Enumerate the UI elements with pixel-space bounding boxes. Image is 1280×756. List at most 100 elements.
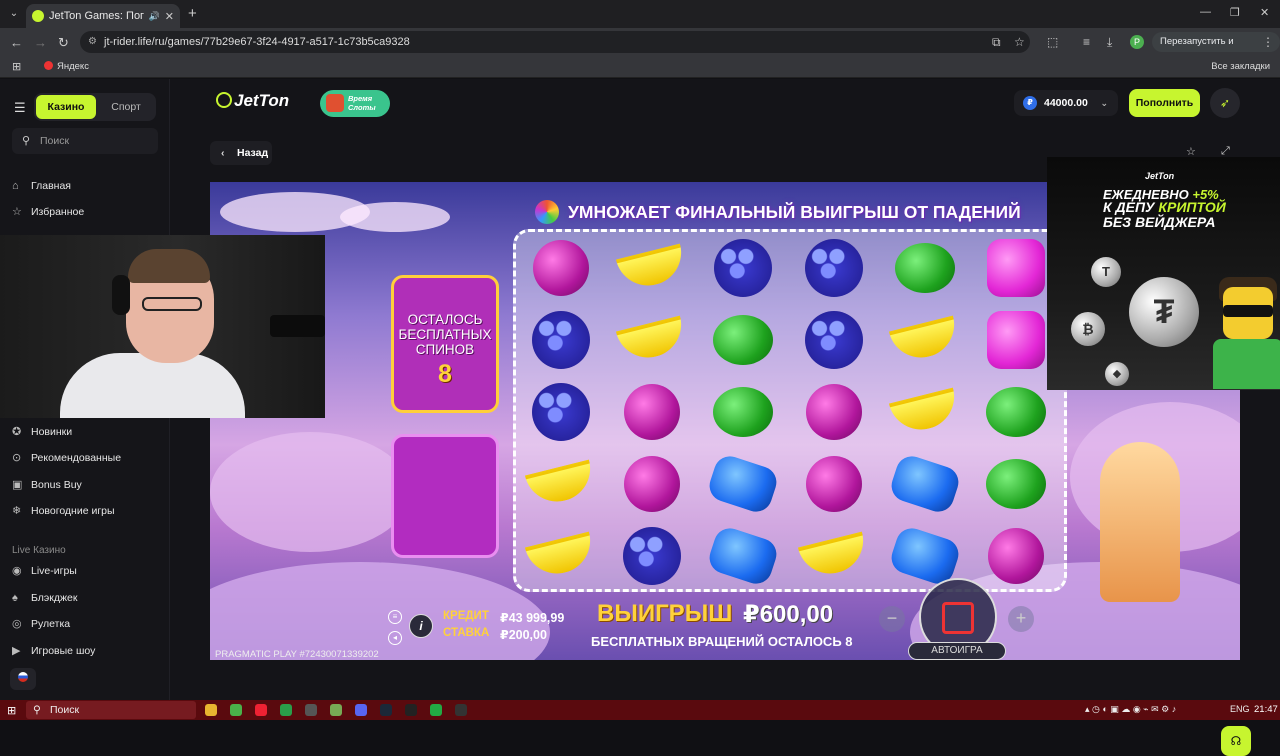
promo-slots-badge[interactable]: Время Слоты (320, 90, 390, 117)
back-arrow-icon[interactable]: ← (10, 35, 23, 50)
reel-cell (789, 520, 879, 592)
tab-sport[interactable]: Спорт (98, 95, 154, 119)
bookmark-yandex[interactable]: Яндекс (44, 61, 89, 72)
sidebar-item-label: Блэкджек (31, 592, 78, 604)
sidebar-item-home[interactable]: ⌂ Главная (12, 176, 71, 196)
sound-icon[interactable]: ◂ (388, 631, 402, 645)
close-window-icon[interactable]: ✕ (1260, 6, 1269, 19)
bet-plus-button[interactable]: + (1008, 606, 1034, 632)
relaunch-update-button[interactable]: Перезапустить и обновить (1152, 32, 1280, 67)
support-chat-button[interactable]: ☊ (1221, 726, 1251, 756)
tron-coin-icon: T (1091, 257, 1121, 287)
windows-start-icon[interactable]: ⊞ (7, 704, 16, 717)
taskbar-clock[interactable]: 21:47 (1254, 704, 1278, 715)
tether-coin-icon: ₮ (1129, 277, 1199, 347)
taskbar-search[interactable]: ⚲ Поиск (26, 701, 196, 719)
user-avatar[interactable]: ➶ (1210, 88, 1240, 118)
file-explorer-icon[interactable] (205, 704, 217, 716)
forward-arrow-icon[interactable]: → (34, 35, 47, 50)
streamer-glasses (142, 297, 202, 311)
reel-cell (789, 376, 879, 448)
win-label: ВЫИГРЫШ (597, 600, 733, 627)
plum-symbol-icon (624, 384, 680, 440)
app-icon[interactable] (280, 704, 292, 716)
tab-casino[interactable]: Казино (36, 95, 96, 119)
autoplay-button[interactable]: АВТОИГРА (908, 642, 1006, 660)
app-icon[interactable] (430, 704, 442, 716)
tab-search-button[interactable]: ⌄ (6, 6, 22, 22)
bet-minus-button[interactable]: − (879, 606, 905, 632)
ad-text: К ДЕПУ (1103, 199, 1155, 215)
info-icon[interactable]: i (409, 614, 433, 638)
sidebar-item-recommended[interactable]: ⊙ Рекомендованные (12, 448, 121, 468)
tray-icons[interactable]: ▴ ◷ ◐ ▣ ☁ ◉ ⌁ ✉ ⚙ ♪ (1085, 704, 1176, 715)
sidebar-item-label: Новинки (31, 426, 73, 438)
sidebar-search-input[interactable]: ⚲ Поиск (12, 128, 158, 154)
audio-playing-icon[interactable]: 🔊 (149, 11, 160, 22)
deposit-button[interactable]: Пополнить (1129, 89, 1200, 117)
reel-cell (698, 520, 788, 592)
sidebar-item-favorites[interactable]: ☆ Избранное (12, 202, 84, 222)
browser-menu-icon[interactable]: ⋮ (1262, 35, 1274, 49)
url-field[interactable]: ⚙ jt-rider.life/ru/games/77b29e67-3f24-4… (80, 31, 1030, 53)
sidebar-item-bonus-buy[interactable]: ▣ Bonus Buy (12, 475, 82, 495)
app-icon[interactable] (305, 704, 317, 716)
close-tab-icon[interactable]: ✕ (165, 10, 174, 23)
menu-burger-icon[interactable]: ☰ (14, 100, 26, 116)
profile-avatar[interactable]: P (1130, 35, 1144, 49)
sidebar-item-live[interactable]: ◉ Live-игры (12, 561, 77, 581)
reel-cell (789, 232, 879, 304)
melon-symbol-icon (895, 243, 955, 293)
app-icon[interactable] (330, 704, 342, 716)
windows-taskbar: ⊞ ⚲ Поиск ▴ ◷ ◐ ▣ ☁ ◉ ⌁ ✉ ⚙ ♪ ENG 21:47 (0, 700, 1280, 720)
sidebar-item-new-year[interactable]: ❄ Новогодние игры (12, 501, 115, 521)
bookmark-star-icon[interactable]: ☆ (1014, 35, 1025, 49)
discord-icon[interactable] (355, 704, 367, 716)
balance-amount: 44000.00 (1044, 97, 1088, 109)
reading-list-icon[interactable]: ≡ (1083, 35, 1090, 49)
app-icon[interactable] (255, 704, 267, 716)
reel-cell (880, 376, 970, 448)
steam-icon[interactable] (380, 704, 392, 716)
app-icon[interactable] (455, 704, 467, 716)
new-icon: ✪ (12, 426, 22, 438)
menu-icon[interactable]: ≡ (388, 610, 402, 624)
ad-line-2: К ДЕПУ КРИПТОЙ (1103, 199, 1226, 215)
plum-symbol-icon (533, 240, 589, 296)
search-placeholder: Поиск (40, 135, 70, 147)
sidebar-item-roulette[interactable]: ◎ Рулетка (12, 614, 70, 634)
gift-icon (326, 94, 344, 112)
downloads-icon[interactable]: ⤓ (1107, 35, 1112, 50)
bookmarks-bar: ⊞ Яндекс Все закладки (0, 56, 1280, 78)
sidebar-item-new[interactable]: ✪ Новинки (12, 422, 72, 442)
minimize-icon[interactable]: — (1200, 6, 1211, 18)
sidebar-item-game-shows[interactable]: ▶ Игровые шоу (12, 641, 95, 661)
extensions-icon[interactable]: ⬚ (1047, 35, 1058, 49)
restore-icon[interactable]: ❐ (1230, 6, 1240, 19)
site-info-icon[interactable]: ⚙ (88, 31, 97, 53)
sidebar-item-blackjack[interactable]: ♠ Блэкджек (12, 588, 77, 608)
balance-dropdown[interactable]: ₽ 44000.00 ⌄ (1014, 90, 1118, 116)
blue-symbol-icon (705, 452, 781, 516)
input-language[interactable]: ENG (1230, 704, 1250, 714)
back-button[interactable]: ‹ Назад (210, 141, 272, 165)
chrome-icon[interactable] (230, 704, 242, 716)
app-icon[interactable] (405, 704, 417, 716)
reload-icon[interactable]: ↻ (58, 35, 69, 51)
apps-grid-icon[interactable]: ⊞ (12, 60, 21, 73)
grape-symbol-icon (623, 527, 681, 585)
candy-ball-icon (535, 200, 559, 224)
credit-value: ₽43 999,99 (500, 611, 565, 625)
language-flag-button[interactable] (10, 668, 36, 690)
banana-symbol-icon (888, 315, 962, 365)
reel-cell (516, 448, 606, 520)
all-bookmarks-button[interactable]: Все закладки (1211, 61, 1270, 72)
cards-icon: ♠ (12, 592, 18, 604)
new-tab-button[interactable]: + (188, 5, 197, 22)
install-app-icon[interactable]: ⧉ (992, 35, 1001, 50)
jetton-logo[interactable]: JetTon (216, 91, 289, 111)
blue-symbol-icon (887, 452, 963, 516)
stream-ad-overlay: JetTon ЕЖЕДНЕВНО +5% К ДЕПУ КРИПТОЙ БЕЗ … (1047, 157, 1280, 390)
home-icon: ⌂ (12, 180, 19, 192)
browser-tab[interactable]: JetTon Games: Погружение 🔊 ✕ (26, 4, 180, 28)
